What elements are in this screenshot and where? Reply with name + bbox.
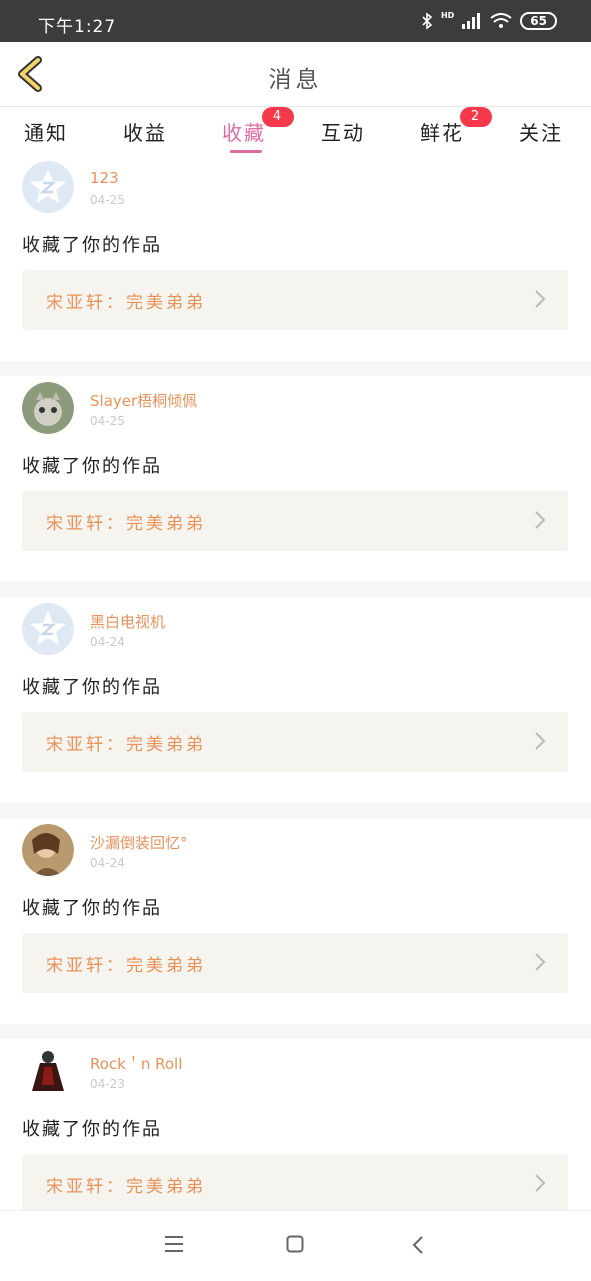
timestamp: 04-25 <box>90 414 125 428</box>
tab-label: 收益 <box>123 121 167 145</box>
divider <box>0 582 591 597</box>
list-item: Slayer梧桐倾佩 04-25 收藏了你的作品 宋亚轩：完美弟弟 <box>0 376 591 582</box>
tab-interactions[interactable]: 互动 <box>313 117 373 146</box>
divider <box>0 361 591 376</box>
username[interactable]: 123 <box>90 169 119 187</box>
wifi-icon <box>490 13 512 28</box>
username[interactable]: 沙漏倒装回忆° <box>90 832 188 853</box>
divider <box>0 803 591 818</box>
bluetooth-icon <box>422 12 433 30</box>
work-link[interactable]: 宋亚轩：完美弟弟 <box>22 712 568 772</box>
hd-label: HD <box>440 10 455 20</box>
tab-label: 关注 <box>519 121 563 145</box>
chevron-right-icon <box>535 290 546 308</box>
system-nav-bar <box>0 1210 591 1281</box>
default-avatar-icon <box>22 161 74 213</box>
tab-label: 收藏 <box>222 121 266 145</box>
tab-favorites[interactable]: 收藏 4 <box>214 107 294 146</box>
avatar[interactable] <box>22 1045 74 1097</box>
home-icon[interactable] <box>286 1235 304 1253</box>
chevron-right-icon <box>535 511 546 529</box>
timestamp: 04-24 <box>90 635 125 649</box>
chevron-right-icon <box>535 732 546 750</box>
action-text: 收藏了你的作品 <box>22 456 162 477</box>
action-text: 收藏了你的作品 <box>22 898 162 919</box>
avatar[interactable] <box>22 382 74 434</box>
work-title: 宋亚轩：完美弟弟 <box>46 956 206 976</box>
username[interactable]: Slayer梧桐倾佩 <box>90 390 197 411</box>
default-avatar-icon <box>22 603 74 655</box>
status-bar: 下午1:27 HD 65 <box>0 0 591 42</box>
avatar[interactable] <box>22 161 74 213</box>
work-link[interactable]: 宋亚轩：完美弟弟 <box>22 933 568 993</box>
username[interactable]: 黑白电视机 <box>90 611 165 632</box>
tab-label: 鲜花 <box>420 121 464 145</box>
divider <box>0 1024 591 1039</box>
work-link[interactable]: 宋亚轩：完美弟弟 <box>22 491 568 551</box>
tab-label: 互动 <box>321 121 365 145</box>
page-title: 消息 <box>268 67 323 93</box>
timestamp: 04-25 <box>90 193 125 207</box>
action-text: 收藏了你的作品 <box>22 677 162 698</box>
work-title: 宋亚轩：完美弟弟 <box>46 514 206 534</box>
work-title: 宋亚轩：完美弟弟 <box>46 735 206 755</box>
notification-list: 123 04-25 收藏了你的作品 宋亚轩：完美弟弟 Slayer梧桐倾佩 04… <box>0 155 591 1245</box>
cat-avatar-icon <box>22 382 74 434</box>
girl-avatar-icon <box>22 824 74 876</box>
back-nav-icon[interactable] <box>412 1235 424 1255</box>
tab-label: 通知 <box>24 121 68 145</box>
timestamp: 04-23 <box>90 1077 125 1091</box>
battery-indicator: 65 <box>520 12 557 30</box>
tab-earnings[interactable]: 收益 <box>115 117 175 146</box>
work-title: 宋亚轩：完美弟弟 <box>46 1177 206 1197</box>
avatar[interactable] <box>22 603 74 655</box>
tab-bar: 通知 收益 收藏 4 互动 鲜花 2 关注 <box>0 107 591 155</box>
chevron-right-icon <box>535 1174 546 1192</box>
list-item: 黑白电视机 04-24 收藏了你的作品 宋亚轩：完美弟弟 <box>0 597 591 803</box>
list-item: 沙漏倒装回忆° 04-24 收藏了你的作品 宋亚轩：完美弟弟 <box>0 818 591 1024</box>
tab-notifications[interactable]: 通知 <box>16 117 76 146</box>
avatar[interactable] <box>22 824 74 876</box>
action-text: 收藏了你的作品 <box>22 1119 162 1140</box>
flowers-badge: 2 <box>460 107 492 127</box>
work-link[interactable]: 宋亚轩：完美弟弟 <box>22 270 568 330</box>
work-title: 宋亚轩：完美弟弟 <box>46 293 206 313</box>
chevron-right-icon <box>535 953 546 971</box>
signal-icon <box>462 13 481 29</box>
tab-following[interactable]: 关注 <box>511 117 571 146</box>
active-tab-indicator <box>230 150 262 153</box>
menu-icon[interactable] <box>164 1235 184 1253</box>
timestamp: 04-24 <box>90 856 125 870</box>
nav-bar: 消息 <box>0 42 591 107</box>
action-text: 收藏了你的作品 <box>22 235 162 256</box>
work-link[interactable]: 宋亚轩：完美弟弟 <box>22 1154 568 1214</box>
status-icons: HD 65 <box>421 10 557 30</box>
status-time: 下午1:27 <box>38 17 117 37</box>
favorites-badge: 4 <box>262 107 294 127</box>
list-item: 123 04-25 收藏了你的作品 宋亚轩：完美弟弟 <box>0 155 591 361</box>
tab-flowers[interactable]: 鲜花 2 <box>412 107 492 146</box>
username[interactable]: Rock＇n Roll <box>90 1053 182 1074</box>
warrior-avatar-icon <box>22 1045 74 1097</box>
